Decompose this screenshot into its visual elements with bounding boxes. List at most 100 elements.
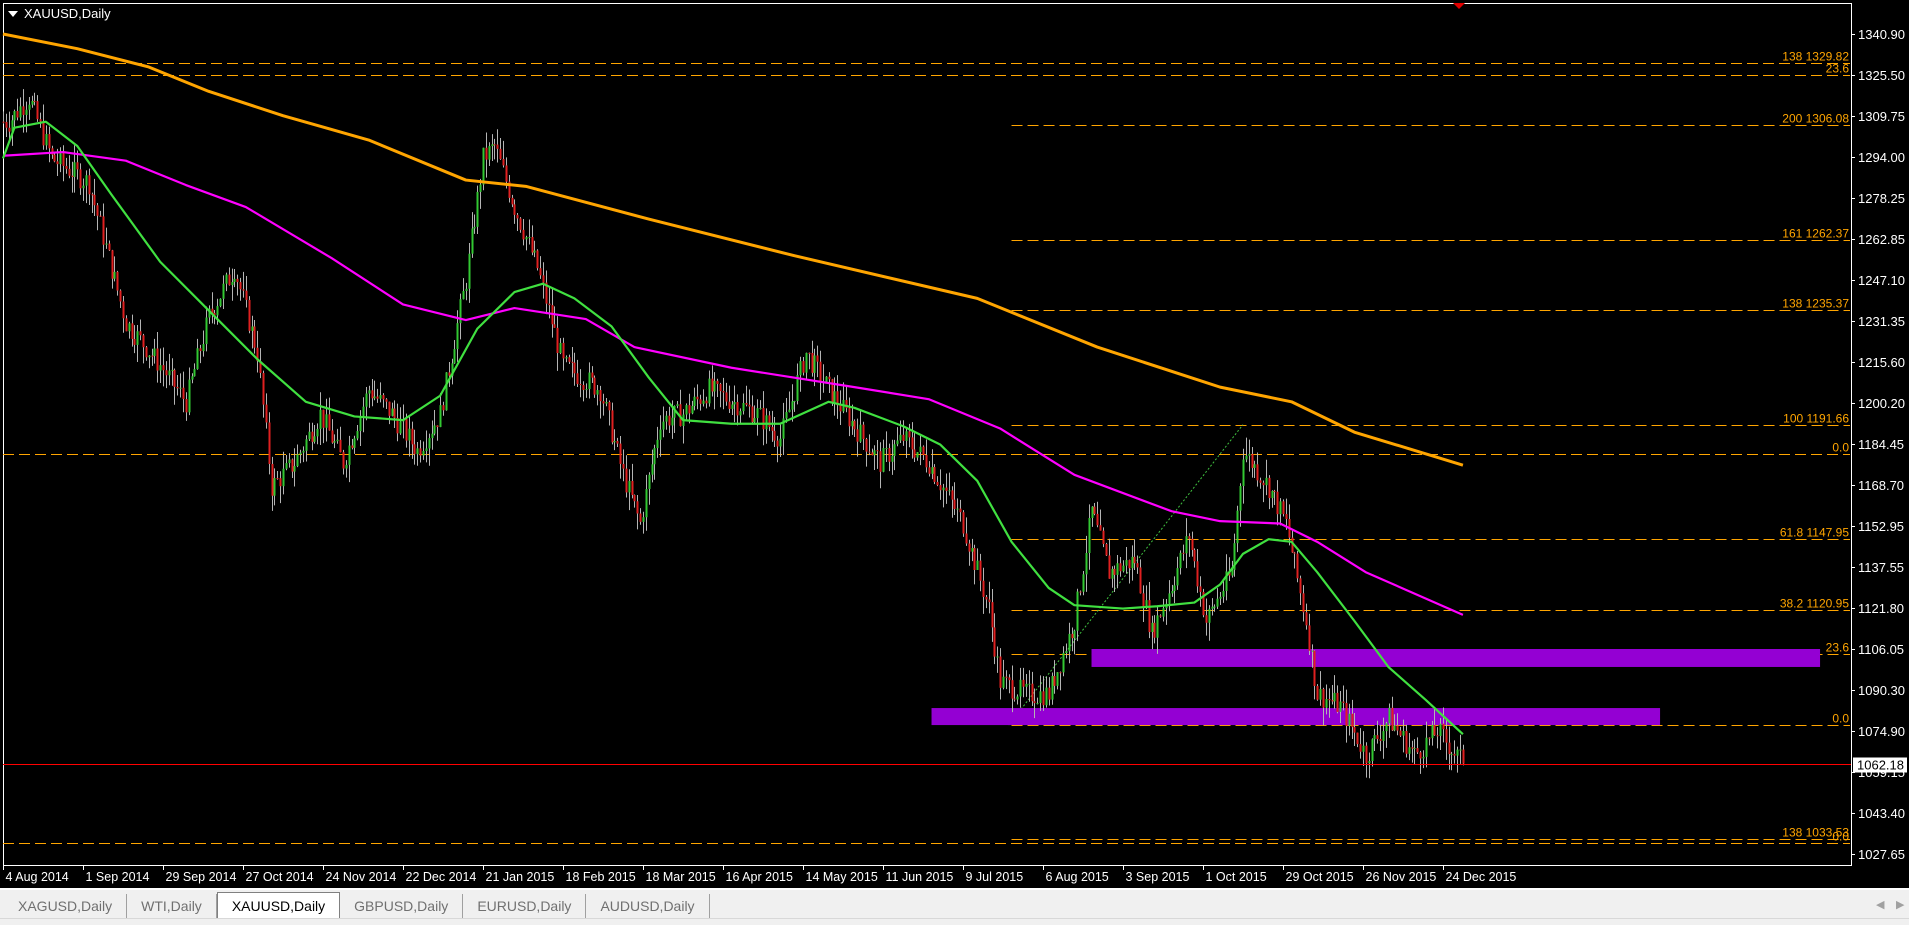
scroll-right-icon[interactable]: ▶ (1896, 898, 1904, 911)
candle-body (573, 362, 576, 374)
candle-body (773, 430, 776, 441)
candle-body (93, 194, 96, 206)
candle-body (628, 480, 631, 493)
candle-body (56, 161, 59, 165)
candle-body (1262, 482, 1265, 486)
price-tick-label: 1215.60 (1858, 355, 1905, 370)
candle (593, 375, 596, 398)
date-tick-label: 1 Oct 2015 (1206, 870, 1267, 884)
candle-body (71, 175, 74, 177)
support-resistance-zone (1091, 649, 1821, 667)
candle-body (422, 450, 425, 456)
divider (0, 918, 1909, 919)
candle-body (176, 386, 179, 389)
price-tick-label: 1027.65 (1858, 847, 1905, 862)
candle-body (388, 401, 391, 416)
candle-body (1176, 568, 1179, 586)
tab-xagusd[interactable]: XAGUSD,Daily (4, 894, 128, 918)
candle-body (1045, 687, 1048, 706)
candle-body (1073, 630, 1076, 639)
candle-body (668, 415, 671, 426)
date-tick-label: 29 Oct 2015 (1286, 870, 1354, 884)
candle-body (1308, 625, 1311, 651)
candle-body (1251, 453, 1254, 468)
candle-body (1136, 563, 1139, 568)
dropdown-triangle-icon[interactable] (8, 10, 18, 17)
candle-body (1056, 672, 1059, 686)
candle-body (785, 412, 788, 419)
candle-body (188, 379, 191, 413)
candle-body (1365, 745, 1368, 764)
candle-body (1296, 553, 1299, 579)
candle-body (533, 250, 536, 253)
candle-body (185, 399, 188, 413)
candle-body (262, 373, 265, 405)
candle-body (616, 440, 619, 444)
candle-body (233, 278, 236, 282)
candle-body (825, 376, 828, 383)
candle-body (308, 431, 311, 440)
candle-body (931, 467, 934, 474)
candle-body (942, 487, 945, 491)
candle-body (168, 370, 171, 376)
candle-body (725, 392, 728, 402)
candle-body (951, 490, 954, 500)
candle-body (342, 452, 345, 469)
candle-body (96, 205, 99, 216)
candle-body (28, 104, 31, 110)
candle-body (328, 414, 331, 431)
candle-body (1325, 699, 1328, 708)
candle-body (1279, 501, 1282, 515)
candle-body (605, 402, 608, 404)
candle-body (511, 197, 514, 205)
tab-gbpusd[interactable]: GBPUSD,Daily (340, 894, 464, 918)
tab-audusd[interactable]: AUDUSD,Daily (586, 894, 710, 918)
candle-body (385, 399, 388, 402)
candle-body (465, 288, 468, 292)
candle-body (1319, 688, 1322, 700)
candle (1282, 499, 1285, 517)
candle-body (145, 347, 148, 358)
scroll-left-icon[interactable]: ◀ (1876, 898, 1884, 911)
candle-body (271, 463, 274, 496)
price-tick-label: 1278.25 (1858, 191, 1905, 206)
candle-body (1313, 650, 1316, 686)
candle-body (1111, 568, 1114, 579)
candle-body (1113, 568, 1116, 575)
candle-body (325, 414, 328, 428)
candle-body (531, 236, 534, 253)
candle-body (542, 275, 545, 283)
candle-body (1331, 700, 1334, 702)
tab-wti[interactable]: WTI,Daily (127, 894, 217, 918)
candle-body (125, 318, 128, 332)
candle-body (516, 214, 519, 219)
candle-body (905, 431, 908, 441)
candle-body (222, 283, 225, 299)
candle-body (599, 390, 602, 402)
tab-eurusd[interactable]: EURUSD,Daily (463, 894, 587, 918)
candle-body (236, 278, 239, 283)
candle-body (433, 425, 436, 434)
price-tick-label: 1247.10 (1858, 273, 1905, 288)
candle-body (779, 438, 782, 447)
date-tick-label: 29 Sep 2014 (166, 870, 237, 884)
candle-body (696, 396, 699, 400)
chart-title[interactable]: XAUUSD,Daily (8, 6, 111, 21)
price-chart[interactable]: 138 1329.8223.6200 1306.08161 1262.37138… (0, 0, 1909, 888)
candle-body (425, 448, 428, 451)
candle-body (1345, 702, 1348, 726)
candle-body (899, 434, 902, 441)
candle-body (993, 627, 996, 657)
candle-body (376, 396, 379, 399)
candle-body (1342, 701, 1345, 703)
candle-body (965, 533, 968, 544)
candle-body (522, 229, 525, 240)
candle-body (136, 331, 139, 345)
candle-body (1031, 683, 1034, 702)
candle-body (1333, 692, 1336, 702)
tab-xauusd[interactable]: XAUUSD,Daily (216, 892, 341, 918)
candle-body (699, 399, 702, 404)
candle-body (273, 478, 276, 496)
candle-body (128, 323, 131, 332)
candle-body (85, 175, 88, 186)
